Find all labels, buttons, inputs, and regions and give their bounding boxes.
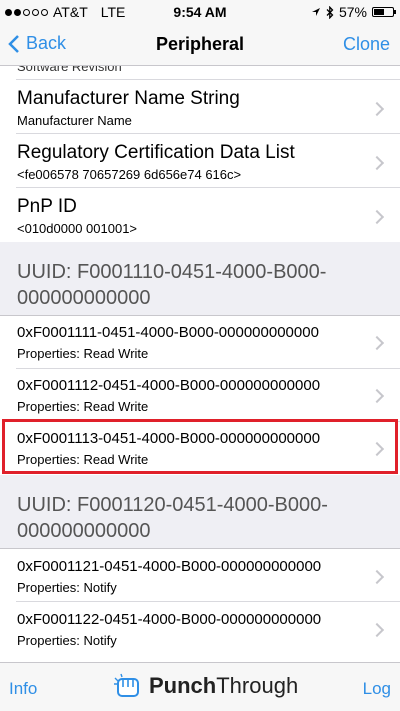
status-right: 57% bbox=[311, 4, 396, 20]
characteristic-properties: Properties: Notify bbox=[17, 580, 117, 595]
list-item-pnp-id[interactable]: PnP ID <010d0000 001001> bbox=[0, 188, 400, 242]
characteristic-uuid: 0xF0001111-0451-4000-B000-000000000000 bbox=[17, 324, 319, 341]
row-title: PnP ID bbox=[17, 196, 77, 217]
fist-logo-icon bbox=[114, 673, 139, 697]
row-subtitle: <010d0000 001001> bbox=[17, 221, 138, 236]
chevron-right-icon bbox=[369, 335, 385, 351]
bluetooth-icon bbox=[326, 5, 334, 19]
service-uuid-header: UUID: F0001110-0451-4000-B000-0000000000… bbox=[17, 261, 327, 309]
chevron-right-icon bbox=[369, 441, 385, 457]
log-tab[interactable]: Log bbox=[363, 679, 391, 699]
location-icon bbox=[311, 8, 320, 16]
service-uuid-header: UUID: F0001120-0451-4000-B000-0000000000… bbox=[17, 494, 328, 542]
chevron-right-icon bbox=[369, 569, 385, 585]
row-title: Regulatory Certification Data List bbox=[17, 142, 295, 163]
characteristic-properties: Properties: Notify bbox=[17, 633, 117, 648]
brand-text-punch: Punch bbox=[149, 673, 217, 698]
section-header-service-2: UUID: F0001120-0451-4000-B000-0000000000… bbox=[0, 475, 400, 549]
chevron-right-icon bbox=[369, 155, 385, 171]
characteristics-list[interactable]: Software Revision Manufacturer Name Stri… bbox=[0, 66, 400, 662]
chevron-right-icon bbox=[369, 209, 385, 225]
list-item-partial[interactable]: Software Revision bbox=[0, 66, 400, 80]
characteristic-uuid: 0xF0001113-0451-4000-B000-000000000000 bbox=[17, 430, 321, 447]
characteristic-row-highlighted[interactable]: 0xF0001113-0451-4000-B000-000000000000 P… bbox=[0, 422, 400, 475]
chevron-right-icon bbox=[369, 388, 385, 404]
punchthrough-logo: PunchThrough bbox=[113, 672, 298, 700]
chevron-right-icon bbox=[369, 101, 385, 117]
characteristic-row[interactable]: 0xF0001112-0451-4000-B000-000000000000 P… bbox=[0, 369, 400, 422]
bottom-bar: Info PunchThrough Log bbox=[0, 662, 400, 711]
characteristic-properties: Properties: Read Write bbox=[17, 346, 149, 361]
characteristic-uuid: 0xF0001122-0451-4000-B000-000000000000 bbox=[17, 611, 322, 628]
info-tab[interactable]: Info bbox=[9, 679, 37, 699]
characteristic-row[interactable]: 0xF0001122-0451-4000-B000-000000000000 P… bbox=[0, 602, 400, 662]
navigation-bar: Back Peripheral Clone bbox=[0, 24, 400, 66]
characteristic-properties: Properties: Read Write bbox=[17, 452, 149, 467]
partial-row-text: Software Revision bbox=[17, 66, 122, 74]
characteristic-row[interactable]: 0xF0001111-0451-4000-B000-000000000000 P… bbox=[0, 316, 400, 369]
chevron-right-icon bbox=[369, 622, 385, 638]
row-subtitle: <fe006578 70657269 6d656e74 616c> bbox=[17, 167, 242, 182]
characteristic-properties: Properties: Read Write bbox=[17, 399, 149, 414]
brand-text-through: Through bbox=[216, 673, 299, 698]
list-item-manufacturer-name[interactable]: Manufacturer Name String Manufacturer Na… bbox=[0, 80, 400, 134]
clone-button[interactable]: Clone bbox=[343, 34, 390, 55]
row-title: Manufacturer Name String bbox=[17, 88, 240, 109]
characteristic-uuid: 0xF0001121-0451-4000-B000-000000000000 bbox=[17, 558, 322, 575]
list-item-regulatory-certification[interactable]: Regulatory Certification Data List <fe00… bbox=[0, 134, 400, 188]
characteristic-uuid: 0xF0001112-0451-4000-B000-000000000000 bbox=[17, 377, 321, 394]
characteristic-row[interactable]: 0xF0001121-0451-4000-B000-000000000000 P… bbox=[0, 549, 400, 602]
row-subtitle: Manufacturer Name bbox=[17, 113, 132, 128]
status-bar: AT&T LTE 9:54 AM 57% bbox=[0, 0, 400, 24]
section-header-service-1: UUID: F0001110-0451-4000-B000-0000000000… bbox=[0, 242, 400, 316]
battery-icon bbox=[372, 7, 396, 17]
page-title: Peripheral bbox=[155, 34, 245, 54]
battery-percent: 57% bbox=[338, 4, 367, 20]
